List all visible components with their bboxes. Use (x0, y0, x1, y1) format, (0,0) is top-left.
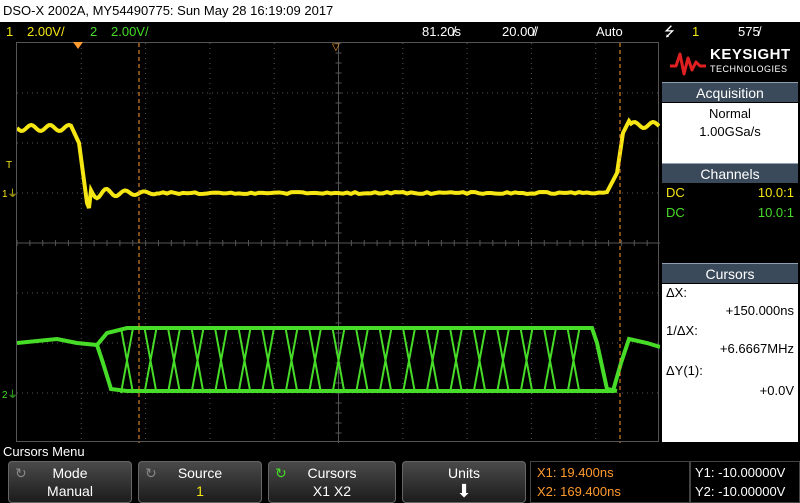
menu-title: Cursors Menu (0, 443, 800, 461)
delta-x-label: ΔX: (666, 284, 687, 302)
status-bar: 1 2.00V/ 2 2.00V/ 81.20̸s 20.00̸/ Auto ⭍… (0, 22, 800, 42)
ch2-scale[interactable]: 2.00V/ (111, 22, 149, 42)
ground-icon: ⏚ (8, 390, 18, 401)
delta-y-label: ΔY(1): (666, 362, 703, 380)
window-title: DSO-X 2002A, MY54490775: Sun May 28 16:1… (3, 3, 333, 18)
y2-readout: Y2: -10.00000V (695, 483, 785, 501)
down-arrow-icon: ⬇ (403, 482, 525, 500)
x-cursor-readout: X1: 19.400ns X2: 169.400ns (530, 461, 690, 503)
brand-logo: KEYSIGHT TECHNOLOGIES (662, 42, 798, 82)
inverse-delta-x-label: 1/ΔX: (666, 322, 698, 340)
acquisition-mode: Normal (662, 105, 798, 123)
mode-label: Mode (9, 464, 131, 482)
acquisition-body: Normal 1.00GSa/s (662, 103, 798, 163)
brand-name: KEYSIGHT (710, 46, 791, 63)
title-bar: DSO-X 2002A, MY54490775: Sun May 28 16:1… (0, 0, 800, 22)
ch1-probe: 10.0:1 (758, 184, 794, 202)
x2-readout: X2: 169.400ns (537, 483, 621, 501)
acquisition-header[interactable]: Acquisition (662, 82, 798, 102)
source-label: Source (139, 464, 261, 482)
rising-edge-trigger-icon: ⭍ (664, 22, 675, 42)
graticule (17, 43, 660, 443)
ch2-number[interactable]: 2 (90, 22, 97, 42)
ch1-scale[interactable]: 2.00V/ (27, 22, 65, 42)
mode-value: Manual (9, 482, 131, 500)
brand-subtitle: TECHNOLOGIES (710, 64, 788, 74)
waveform-svg (17, 43, 660, 443)
mode-softkey[interactable]: ↻ Mode Manual (8, 461, 132, 503)
ch2-ground-marker: 2⏚ (2, 386, 18, 401)
ch1-ground-marker: 1⏚ (2, 185, 18, 200)
sample-rate: 1.00GSa/s (662, 123, 798, 141)
ch2-coupling: DC (666, 204, 685, 222)
units-softkey[interactable]: Units ⬇ (402, 461, 526, 503)
cursors-body: ΔX: +150.000ns 1/ΔX: +6.6667MHz ΔY(1): +… (662, 284, 798, 442)
inverse-delta-x-value: +6.6667MHz (720, 340, 794, 358)
trigger-level-marker: T (6, 160, 12, 171)
source-value: 1 (139, 482, 261, 500)
keysight-wave-icon (668, 48, 708, 78)
delay-marker: ▽ (332, 42, 340, 53)
trigger-position-marker (73, 42, 83, 49)
trigger-mode[interactable]: Auto (596, 22, 623, 42)
delta-x-value: +150.000ns (726, 302, 794, 320)
channels-body: DC 10.0:1 DC 10.0:1 (662, 184, 798, 263)
trigger-level[interactable]: 575̸ (738, 22, 760, 42)
units-label: Units (403, 464, 525, 482)
cursors-label: Cursors (269, 464, 395, 482)
trigger-source[interactable]: 1 (692, 22, 699, 42)
cursors-value: X1 X2 (269, 482, 395, 500)
cursors-softkey[interactable]: ↻ Cursors X1 X2 (268, 461, 396, 503)
y-cursor-readout: Y1: -10.00000V Y2: -10.00000V (690, 461, 800, 503)
horizontal-delay[interactable]: 81.20̸s (422, 22, 461, 42)
source-softkey[interactable]: ↻ Source 1 (138, 461, 262, 503)
right-panel: KEYSIGHT TECHNOLOGIES Acquisition Normal… (660, 42, 800, 442)
ground-icon: ⏚ (8, 189, 18, 200)
waveform-display[interactable] (16, 42, 659, 442)
cursors-header[interactable]: Cursors (662, 263, 798, 283)
ch2-probe: 10.0:1 (758, 204, 794, 222)
channels-header[interactable]: Channels (662, 163, 798, 183)
y1-readout: Y1: -10.00000V (695, 464, 785, 482)
ch1-coupling: DC (666, 184, 685, 202)
timebase[interactable]: 20.00̸/ (502, 22, 538, 42)
delta-y-value: +0.0V (760, 382, 794, 400)
x1-readout: X1: 19.400ns (537, 464, 614, 482)
ch1-number[interactable]: 1 (6, 22, 13, 42)
